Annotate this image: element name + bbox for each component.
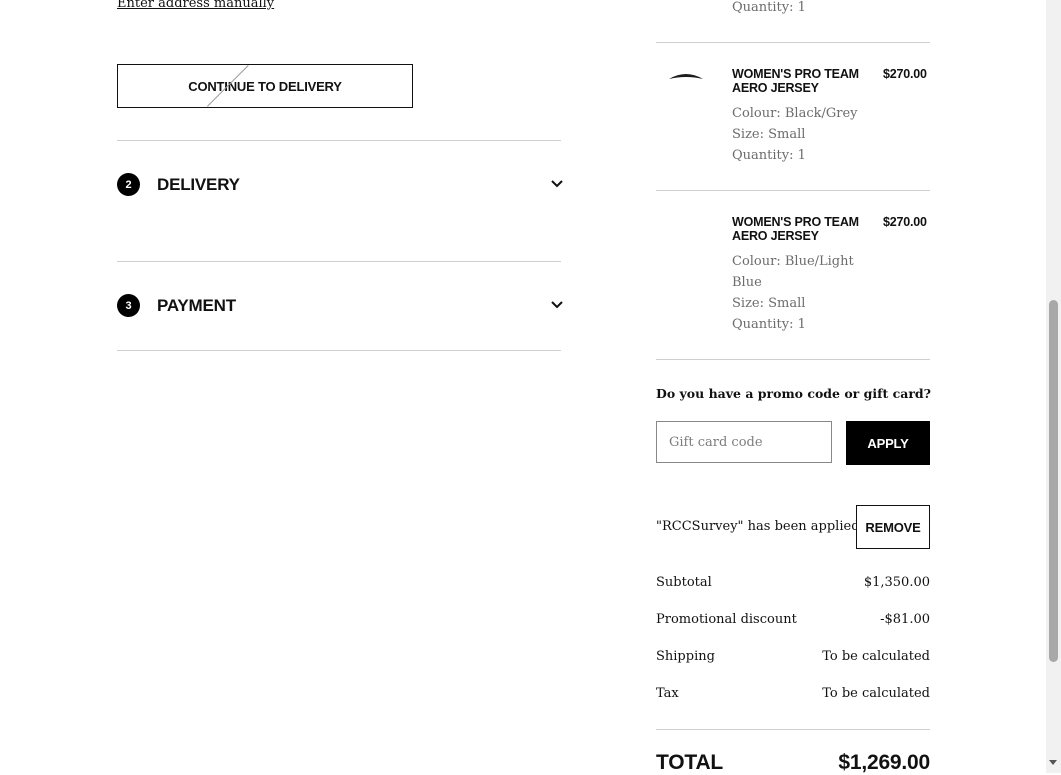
total-label: TOTAL [656,751,724,774]
shipping-row: Shipping To be calculated [656,649,930,664]
item-title: WOMEN'S PRO TEAM AERO JERSEY [732,67,859,95]
shipping-value: To be calculated [822,649,930,664]
step-number-badge: 3 [117,294,140,317]
apply-button[interactable]: APPLY [846,421,930,465]
item-colour: Colour: Blue/Light Blue [732,254,854,290]
gift-card-code-input[interactable] [656,421,832,463]
step-number-badge: 2 [117,173,140,196]
scrollbar-thumb[interactable] [1049,300,1058,662]
step-delivery[interactable]: 2 DELIVERY [117,173,563,196]
item-size: Size: Small [732,127,806,142]
total-row: TOTAL $1,269.00 [656,751,930,775]
continue-to-delivery-button[interactable]: CONTINUE TO DELIVERY [117,64,413,108]
tax-label: Tax [656,686,679,701]
item-price: $270.00 [883,215,927,229]
item-quantity: Quantity: 1 [732,317,806,332]
summary-divider [656,729,930,730]
shipping-label: Shipping [656,649,715,664]
item-quantity: Quantity: 1 [732,0,806,15]
item-divider [656,190,930,191]
item-colour: Colour: Black/Grey [732,106,858,121]
enter-address-manually-link[interactable]: Enter address manually [117,0,274,11]
subtotal-row: Subtotal $1,350.00 [656,575,930,590]
tax-row: Tax To be calculated [656,686,930,701]
discount-row: Promotional discount -$81.00 [656,612,930,627]
section-divider [117,350,561,351]
item-divider [656,359,930,360]
step-label: PAYMENT [157,295,236,315]
promo-question: Do you have a promo code or gift card? [656,386,931,401]
remove-promo-button[interactable]: REMOVE [856,505,930,549]
subtotal-value: $1,350.00 [863,575,930,590]
scroll-down-arrow-icon[interactable] [1049,760,1057,765]
continue-to-delivery-label: CONTINUE TO DELIVERY [188,78,342,94]
total-value: $1,269.00 [838,751,930,774]
chevron-down-icon[interactable] [551,300,563,311]
item-quantity: Quantity: 1 [732,148,806,163]
discount-value: -$81.00 [880,612,930,627]
discount-label: Promotional discount [656,612,797,627]
section-divider [117,261,561,262]
section-divider [117,140,561,141]
step-payment[interactable]: 3 PAYMENT [117,294,563,317]
subtotal-label: Subtotal [656,575,712,590]
promo-applied-message: "RCCSurvey" has been applied [656,519,860,534]
chevron-down-icon[interactable] [551,179,563,190]
item-title: WOMEN'S PRO TEAM AERO JERSEY [732,215,859,243]
step-label: DELIVERY [157,174,240,194]
product-thumbnail [668,66,704,85]
tax-value: To be calculated [822,686,930,701]
item-size: Size: Small [732,296,806,311]
item-price: $270.00 [883,67,927,81]
item-divider [656,42,930,43]
